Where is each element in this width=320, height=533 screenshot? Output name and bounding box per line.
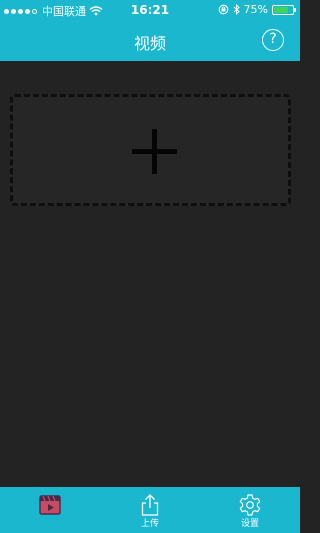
page-title: 视频: [133, 34, 166, 53]
video-clapper-icon: [39, 495, 61, 515]
tab-upload[interactable]: 上传: [100, 487, 200, 533]
upload-icon: [141, 494, 159, 516]
tab-settings[interactable]: 设置: [200, 487, 300, 533]
tab-upload-label: 上传: [140, 519, 159, 529]
orientation-lock-icon: [218, 4, 228, 15]
gear-icon: [239, 494, 261, 516]
add-video-button[interactable]: [10, 94, 291, 206]
question-circle-icon[interactable]: ?: [262, 29, 284, 51]
tab-bar: 上传 设置: [0, 487, 300, 533]
status-bar: 中国联通 16:21 75%: [0, 0, 300, 20]
battery-icon: [272, 4, 296, 15]
header: 中国联通 16:21 75% 视频 ?: [0, 0, 300, 61]
tab-video[interactable]: [0, 487, 100, 533]
battery-percent: 75%: [243, 3, 268, 16]
plus-icon-horizontal: [132, 149, 177, 154]
status-right: 75%: [218, 3, 296, 16]
bluetooth-icon: [233, 4, 240, 15]
tab-settings-label: 设置: [240, 519, 259, 529]
